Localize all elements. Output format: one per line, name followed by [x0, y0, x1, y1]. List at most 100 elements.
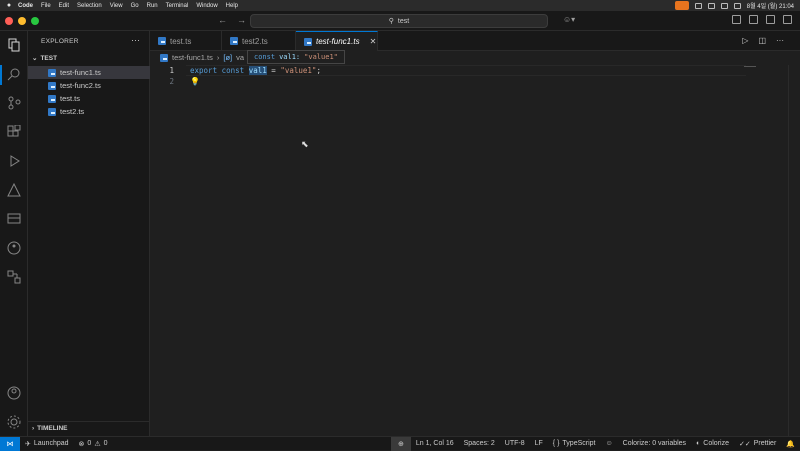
gear-icon[interactable] — [6, 414, 22, 430]
toggle-sidebar-icon[interactable] — [749, 15, 758, 24]
language-mode[interactable]: { } TypeScript — [548, 437, 601, 451]
tab-test2[interactable]: test2.ts — [222, 31, 296, 51]
search-icon[interactable] — [6, 66, 22, 82]
timeline-header[interactable]: › TIMELINE — [32, 422, 68, 434]
code-line[interactable]: export const val1 = "value1"; — [190, 65, 321, 76]
colorize-label: Colorize — [703, 440, 729, 447]
close-icon[interactable]: ✕ — [370, 37, 377, 46]
cursor-position[interactable]: Ln 1, Col 16 — [411, 437, 459, 451]
account-icon[interactable] — [6, 385, 22, 401]
end-of-line[interactable]: LF — [530, 437, 548, 451]
status-icon[interactable] — [707, 2, 715, 9]
command-center[interactable]: ⚲ test — [250, 14, 548, 28]
file-item[interactable]: test2.ts — [28, 105, 150, 118]
explorer-icon[interactable] — [6, 37, 22, 53]
remote-explorer-icon[interactable] — [6, 211, 22, 227]
minimap[interactable] — [744, 66, 756, 67]
forward-arrow-icon[interactable]: → — [237, 15, 246, 25]
scrollbar[interactable] — [788, 65, 796, 436]
run-icon[interactable]: ▷ — [742, 36, 748, 45]
menu-app[interactable]: Code — [18, 3, 33, 9]
colorize-variables[interactable]: Colorize: 0 variables — [618, 437, 691, 451]
error-icon: ⊗ — [78, 440, 85, 448]
menu-run[interactable]: Run — [147, 3, 158, 9]
file-item[interactable]: test-func1.ts — [28, 66, 150, 79]
split-editor-icon[interactable]: ◫ — [758, 36, 766, 45]
typescript-file-icon — [48, 107, 56, 116]
git-graph-icon[interactable] — [6, 240, 22, 256]
menu-edit[interactable]: Edit — [59, 3, 69, 9]
menu-view[interactable]: View — [110, 3, 123, 9]
breadcrumb-symbol[interactable]: va — [236, 53, 244, 62]
toggle-secondary-sidebar-icon[interactable] — [783, 15, 792, 24]
encoding[interactable]: UTF-8 — [500, 437, 530, 451]
remote-icon[interactable]: ⋈ — [0, 436, 20, 451]
folder-name: TEST — [40, 54, 58, 62]
warning-icon: ⚠ — [94, 440, 101, 448]
minimize-window-icon[interactable] — [18, 16, 26, 25]
hover-value: "value1" — [304, 53, 338, 61]
window-controls — [0, 16, 39, 25]
chevron-right-icon: › — [216, 53, 220, 62]
folder-header[interactable]: ⌄ TEST — [32, 54, 58, 63]
typescript-file-icon — [304, 37, 312, 46]
extensions-icon[interactable] — [6, 124, 22, 140]
breadcrumb: test-func1.ts › [ø] va — [160, 53, 244, 62]
check-double-icon: ✓✓ — [738, 440, 751, 448]
notifications-icon[interactable]: 🔔 — [781, 437, 800, 451]
file-name: test2.ts — [60, 107, 85, 116]
launchpad-item[interactable]: ✈ Launchpad — [20, 437, 74, 451]
toggle-panel-icon[interactable] — [766, 15, 775, 24]
zoom-window-icon[interactable] — [31, 16, 39, 25]
lightbulb-icon[interactable]: 💡 — [190, 77, 200, 86]
menu-help[interactable]: Help — [226, 3, 238, 9]
menu-window[interactable]: Window — [196, 3, 217, 9]
close-window-icon[interactable] — [5, 16, 13, 25]
status-icon[interactable] — [694, 2, 702, 9]
back-arrow-icon[interactable]: ← — [218, 15, 227, 25]
token-punctuation: ; — [316, 66, 321, 75]
copilot-icon[interactable]: ☺▾ — [563, 15, 575, 24]
code-line[interactable]: 💡 — [190, 76, 321, 87]
code-editor[interactable]: export const val1 = "value1"; 💡 — [190, 65, 321, 87]
containers-icon[interactable] — [6, 269, 22, 285]
menu-file[interactable]: File — [41, 3, 51, 9]
typescript-file-icon — [48, 68, 56, 77]
macos-menu-bar: ● Code File Edit Selection View Go Run T… — [0, 0, 800, 11]
file-name: test.ts — [60, 94, 81, 103]
editor-actions: ▷ ◫ ··· — [742, 36, 784, 45]
apple-icon[interactable]: ● — [0, 2, 18, 9]
triangle-extension-icon[interactable] — [6, 182, 22, 198]
colorize-toggle[interactable]: ◐ Colorize — [691, 437, 734, 451]
clock[interactable]: 8월 4일 (월) 21:04 — [747, 1, 794, 10]
breadcrumb-file[interactable]: test-func1.ts — [172, 53, 213, 62]
menu-selection[interactable]: Selection — [77, 3, 102, 9]
indentation[interactable]: Spaces: 2 — [459, 437, 500, 451]
source-control-icon[interactable] — [6, 95, 22, 111]
zoom-icon[interactable]: ⊕ — [390, 436, 411, 451]
copilot-status-icon[interactable]: ☺ — [600, 437, 617, 451]
menu-go[interactable]: Go — [131, 3, 139, 9]
warning-count: 0 — [103, 440, 108, 447]
battery-icon[interactable] — [720, 2, 728, 9]
file-item[interactable]: test.ts — [28, 92, 150, 105]
tab-test-func1[interactable]: test-func1.ts ✕ — [296, 31, 378, 51]
more-actions-icon[interactable]: ··· — [131, 35, 140, 45]
typescript-file-icon — [48, 81, 56, 90]
problems-item[interactable]: ⊗ 0 ⚠ 0 — [74, 437, 113, 451]
language-label: TypeScript — [562, 440, 596, 447]
menu-extras: 8월 4일 (월) 21:04 — [674, 1, 800, 10]
more-actions-icon[interactable]: ··· — [776, 36, 784, 45]
wifi-icon[interactable] — [733, 2, 741, 9]
active-indicator — [0, 65, 2, 85]
menu-terminal[interactable]: Terminal — [166, 3, 189, 9]
run-debug-icon[interactable] — [6, 153, 22, 169]
file-item[interactable]: test-func2.ts — [28, 79, 150, 92]
mic-recording-icon[interactable] — [674, 1, 689, 10]
tab-test[interactable]: test.ts — [150, 31, 222, 51]
customize-layout-icon[interactable] — [732, 15, 741, 24]
prettier-status[interactable]: ✓✓ Prettier — [734, 437, 781, 451]
typescript-file-icon — [48, 94, 56, 103]
tab-label: test.ts — [170, 36, 192, 46]
token-variable: val1 — [248, 66, 267, 75]
